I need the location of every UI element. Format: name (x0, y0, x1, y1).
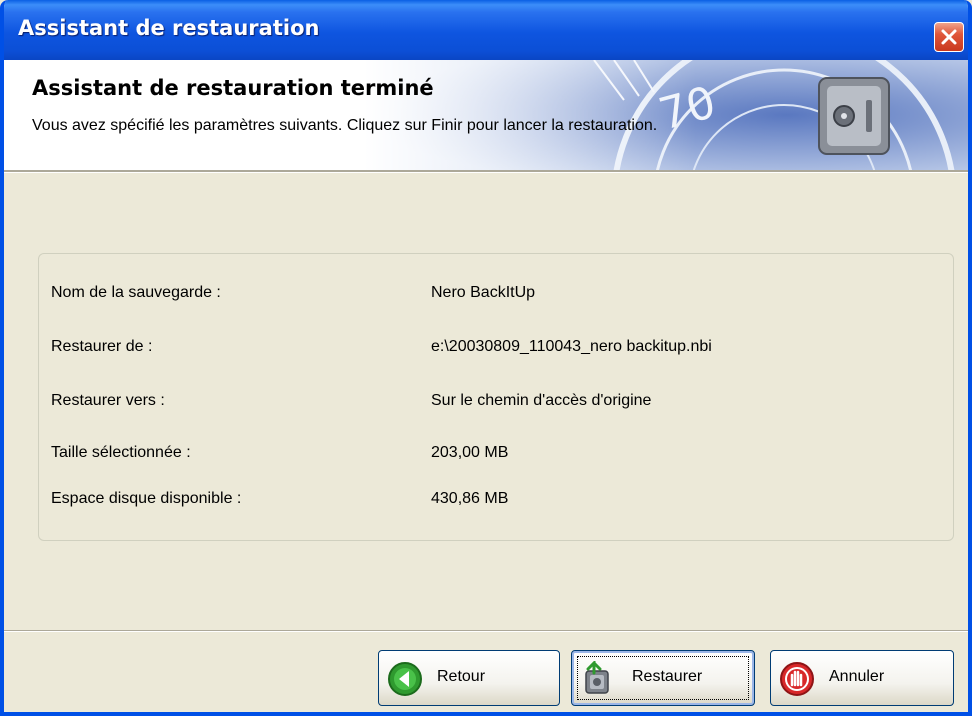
summary-row: Restaurer vers : Sur le chemin d'accès d… (39, 392, 953, 416)
summary-row: Nom de la sauvegarde : Nero BackItUp (39, 284, 953, 308)
summary-row: Taille sélectionnée : 203,00 MB (39, 444, 953, 468)
summary-label: Nom de la sauvegarde : (51, 284, 221, 301)
restore-button-label: Restaurer (632, 668, 703, 685)
footer-divider (4, 630, 968, 632)
header-banner-art: 70 80 (364, 60, 968, 170)
close-button[interactable] (934, 22, 964, 52)
cancel-button[interactable]: Annuler (770, 650, 954, 706)
header-divider (4, 170, 968, 173)
summary-value: Nero BackItUp (431, 284, 536, 301)
header-description: Vous avez spécifié les paramètres suivan… (32, 117, 658, 134)
title-bar[interactable]: Assistant de restauration (4, 0, 968, 60)
summary-label: Restaurer vers : (51, 392, 165, 409)
safe-icon (818, 77, 890, 155)
summary-label: Espace disque disponible : (51, 490, 242, 507)
summary-row: Restaurer de : e:\20030809_110043_nero b… (39, 338, 953, 362)
back-button[interactable]: Retour (378, 650, 560, 706)
cancel-button-label: Annuler (829, 668, 885, 685)
header-title: Assistant de restauration terminé (32, 76, 434, 100)
restore-icon (585, 661, 609, 694)
summary-value: 430,86 MB (431, 490, 509, 507)
restore-wizard-window: Assistant de restauration 7 (0, 0, 972, 716)
wizard-header: 70 80 Assistant de restauration terminé … (4, 60, 968, 170)
summary-value: 203,00 MB (431, 444, 509, 461)
back-button-label: Retour (437, 668, 486, 685)
summary-panel: Nom de la sauvegarde : Nero BackItUp Res… (38, 253, 954, 541)
back-arrow-icon (388, 662, 422, 696)
summary-value: e:\20030809_110043_nero backitup.nbi (431, 338, 712, 355)
stop-hand-icon (780, 662, 814, 696)
summary-row: Espace disque disponible : 430,86 MB (39, 490, 953, 514)
summary-value: Sur le chemin d'accès d'origine (431, 392, 652, 409)
close-icon (941, 29, 957, 45)
restore-button[interactable]: Restaurer (571, 650, 755, 706)
window-title: Assistant de restauration (18, 16, 320, 40)
summary-label: Restaurer de : (51, 338, 153, 355)
summary-label: Taille sélectionnée : (51, 444, 191, 461)
